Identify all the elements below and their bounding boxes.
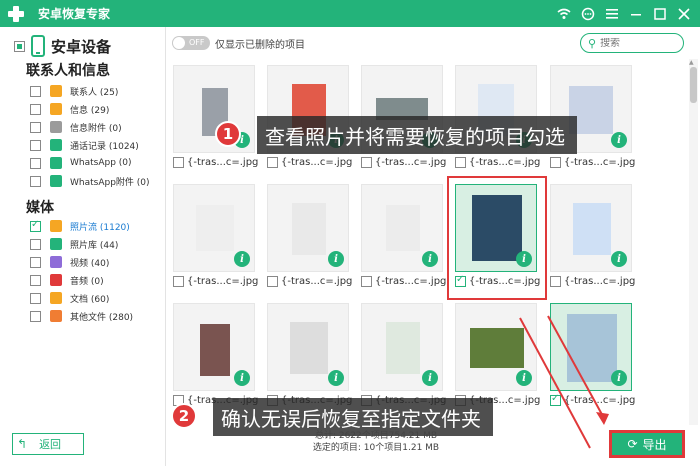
status-summary: 总计: 2622个项目754.21 MB 选定的项目: 10个项目1.21 MB [166, 430, 586, 454]
guide-arrow-line-1 [519, 317, 591, 449]
export-label: 导出 [642, 437, 667, 452]
status-total: 总计: 2622个项目754.21 MB [314, 431, 438, 441]
status-selected: 选定的项目: 10个项目1.21 MB [312, 443, 440, 453]
guide-arrow-line-2 [547, 315, 606, 421]
export-button[interactable]: ⟳ 导出 [609, 430, 685, 458]
export-icon: ⟳ [627, 437, 638, 451]
guide-arrows [519, 315, 609, 449]
guide-arrow-head [596, 412, 609, 425]
